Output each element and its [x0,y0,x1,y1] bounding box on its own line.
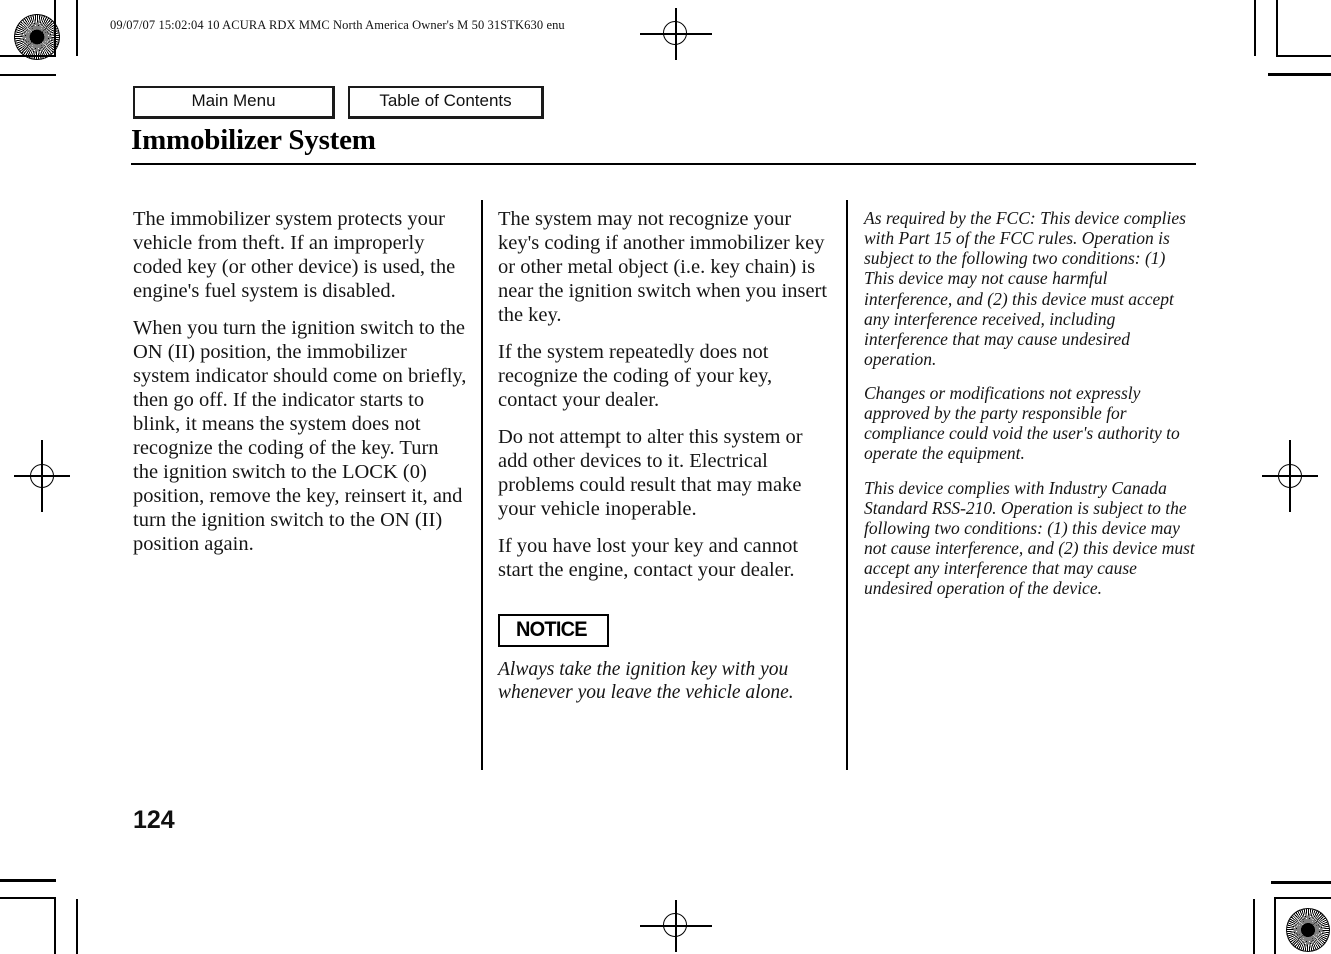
crop-mark-bottom-right-vertical [1274,897,1276,954]
page-title: Immobilizer System [131,124,376,156]
content-column-2: The system may not recognize your key's … [498,208,832,705]
crop-mark-bottom-right-horizontal [1274,897,1331,899]
crop-mark-bottom-right-trim-horizontal [1271,881,1331,884]
crop-mark-top-left-horizontal [0,55,56,57]
notice-badge: NOTICE [498,613,609,647]
crop-mark-top-left-trim-vertical [76,0,78,56]
fcc-statement: As required by the FCC: This device comp… [864,208,1186,369]
crop-mark-top-right-trim-vertical [1276,0,1278,56]
column-divider-1 [481,200,483,770]
paragraph: If the system repeatedly does not recogn… [498,340,773,411]
registration-target-right-center [1262,440,1318,512]
industry-canada-statement: This device complies with Industry Canad… [864,477,1195,599]
paragraph: When you turn the ignition switch to the… [133,316,467,555]
modifications-statement: Changes or modifications not expressly a… [864,383,1180,464]
title-underline-rule [131,163,1196,165]
registration-target-bottom-center [640,900,712,952]
crop-mark-top-right-trim-horizontal [1268,73,1331,76]
crop-mark-bottom-left-trim-vertical [76,899,78,954]
content-column-3: As required by the FCC: This device comp… [864,208,1198,612]
notice-label: NOTICE [516,617,588,641]
crop-mark-top-left-vertical [54,0,56,56]
paragraph: The immobilizer system protects your veh… [133,208,456,302]
crop-mark-bottom-left-trim-horizontal [0,879,56,882]
column-divider-2 [846,200,848,770]
manual-page: 09/07/07 15:02:04 10 ACURA RDX MMC North… [0,0,1331,954]
crop-mark-bottom-left-horizontal [0,897,56,899]
paragraph: Do not attempt to alter this system or a… [498,425,803,520]
crop-mark-top-right-vertical [1254,0,1256,56]
main-menu-button[interactable]: Main Menu [133,86,335,119]
paragraph: If you have lost your key and cannot sta… [498,534,799,581]
table-of-contents-button[interactable]: Table of Contents [348,86,544,119]
registration-target-left-center [14,440,70,512]
page-number: 124 [133,806,175,834]
navigation-bar: Main Menu Table of Contents [133,86,544,119]
paragraph: The system may not recognize your key's … [498,208,828,326]
crop-mark-bottom-left-vertical [54,897,56,954]
print-header-slug: 09/07/07 15:02:04 10 ACURA RDX MMC North… [110,18,565,32]
registration-target-top-center [640,8,712,60]
crop-mark-top-right-horizontal [1276,55,1331,57]
crop-mark-top-left-trim-horizontal [0,74,56,76]
registration-rosette-bottom-right [1286,908,1330,952]
notice-text: Always take the ignition key with you wh… [498,658,794,704]
crop-mark-bottom-right-trim-vertical [1253,899,1255,954]
content-column-1: The immobilizer system protects your veh… [133,208,467,570]
